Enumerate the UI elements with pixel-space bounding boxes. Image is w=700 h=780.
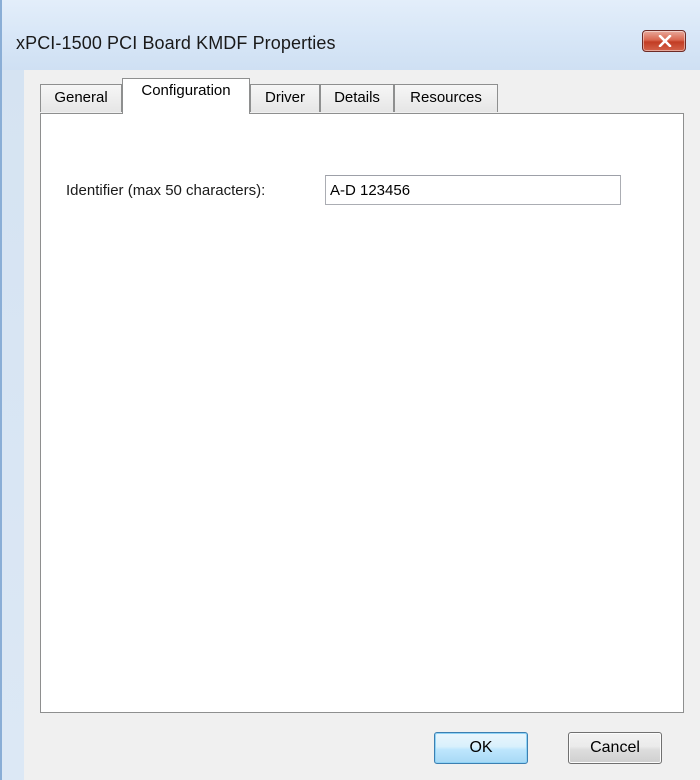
- identifier-input[interactable]: [325, 175, 621, 205]
- tab-configuration[interactable]: Configuration: [122, 78, 250, 114]
- title-bar[interactable]: xPCI-1500 PCI Board KMDF Properties: [2, 0, 700, 70]
- tab-details[interactable]: Details: [320, 84, 394, 112]
- configuration-panel: Identifier (max 50 characters):: [40, 113, 684, 713]
- tab-driver[interactable]: Driver: [250, 84, 320, 112]
- tab-resources[interactable]: Resources: [394, 84, 498, 112]
- cancel-button[interactable]: Cancel: [568, 732, 662, 764]
- identifier-label: Identifier (max 50 characters):: [66, 182, 266, 199]
- tab-general[interactable]: General: [40, 84, 122, 112]
- close-button[interactable]: [642, 30, 686, 52]
- ok-button[interactable]: OK: [434, 732, 528, 764]
- close-icon: [658, 35, 672, 47]
- window-frame-left: [2, 70, 24, 780]
- window-title: xPCI-1500 PCI Board KMDF Properties: [16, 33, 336, 53]
- properties-dialog: xPCI-1500 PCI Board KMDF Properties Gene…: [0, 0, 700, 780]
- dialog-client-area: General Configuration Driver Details Res…: [24, 70, 700, 780]
